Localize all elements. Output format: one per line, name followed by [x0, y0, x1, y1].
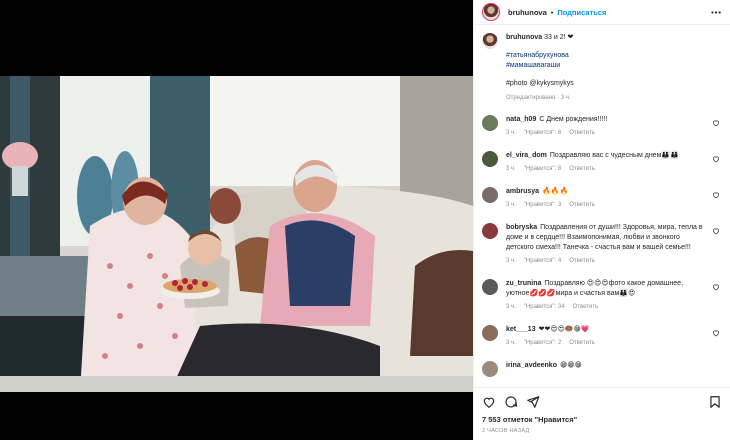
like-comment-icon[interactable] — [712, 119, 720, 127]
reply-button[interactable]: Ответить — [569, 166, 595, 172]
commenter-username[interactable]: ambrusya — [506, 188, 539, 195]
caption-text: 33 и 2! ❤ — [544, 34, 574, 41]
like-comment-icon[interactable] — [712, 329, 720, 337]
commenter-username[interactable]: zu_trunina — [506, 280, 541, 287]
commenter-avatar[interactable] — [482, 324, 498, 341]
comment-time: 3 ч. — [506, 166, 516, 173]
post-timestamp: 2 ЧАСОВ НАЗАД — [482, 428, 530, 434]
caption-username[interactable]: bruhunova — [506, 34, 542, 41]
commenter-avatar[interactable] — [482, 222, 498, 239]
comment-likes[interactable]: "Нравится": 4 — [524, 258, 561, 264]
more-options-icon[interactable]: ••• — [711, 8, 722, 17]
like-comment-icon[interactable] — [712, 227, 720, 235]
hashtag-link[interactable]: #мамашавагаши — [506, 62, 560, 69]
share-icon[interactable] — [526, 395, 540, 409]
commenter-avatar[interactable] — [482, 186, 498, 203]
like-icon[interactable] — [482, 395, 496, 409]
like-comment-icon[interactable] — [712, 283, 720, 291]
caption-avatar[interactable] — [482, 33, 498, 49]
family-birthday-photo — [0, 76, 473, 392]
reply-button[interactable]: Ответить — [569, 202, 595, 208]
comment-likes[interactable]: "Нравится": 3 — [524, 202, 561, 208]
comment-likes[interactable]: "Нравится": 8 — [524, 166, 561, 172]
comment-text: С Днем рождения!!!!! — [539, 116, 608, 124]
hashtag-link[interactable]: #татьянабрухунова — [506, 52, 569, 59]
header-separator: • — [550, 7, 554, 17]
reply-button[interactable]: Ответить — [569, 130, 595, 136]
instagram-post: bruhunova • Подписаться ••• bruhunova 33… — [0, 0, 730, 440]
reply-button[interactable]: Ответить — [569, 340, 595, 346]
reply-button[interactable]: Ответить — [573, 304, 599, 310]
post-media — [0, 0, 473, 440]
comment-time: 3 ч. — [506, 304, 516, 311]
comment-likes[interactable]: "Нравится": 2 — [524, 340, 561, 346]
comment: irina_avdeenko 😁😁😁 — [482, 360, 722, 377]
commenter-username[interactable]: irina_avdeenko — [506, 362, 557, 369]
post-photo[interactable] — [0, 76, 473, 392]
likes-count[interactable]: 7 553 отметок "Нравится" — [474, 415, 730, 424]
commenter-username[interactable]: ket___13 — [506, 326, 536, 333]
reply-button[interactable]: Ответить — [569, 258, 595, 264]
commenter-avatar[interactable] — [482, 360, 498, 377]
edited-label: Отредактировано · 3 ч. — [506, 94, 571, 101]
comment: nata_h09 С Днем рождения!!!!! 3 ч. "Нравит… — [482, 115, 722, 138]
commenter-avatar[interactable] — [482, 115, 498, 132]
comment: ambrusya 🔥🔥🔥 3 ч. "Нравится": 3 Ответить — [482, 186, 722, 210]
comment: bobryska Поздравления от души!!! Здоровья… — [482, 222, 722, 266]
comment-text: 😁😁😁 — [559, 361, 582, 369]
comment: zu_trunina Поздравляю 😍😍😍фото какое домаш… — [482, 278, 722, 312]
like-comment-icon[interactable] — [712, 155, 720, 163]
bookmark-icon[interactable] — [708, 395, 722, 409]
comment-likes[interactable]: "Нравится": 6 — [524, 130, 561, 136]
comment-time: 3 ч. — [506, 202, 516, 209]
comment-time: 3 ч. — [506, 130, 516, 137]
commenter-username[interactable]: el_vira_dom — [506, 152, 547, 159]
author-username[interactable]: bruhunova — [508, 8, 547, 17]
commenter-avatar[interactable] — [482, 278, 498, 295]
comment-text: 🔥🔥🔥 — [542, 187, 569, 195]
follow-button[interactable]: Подписаться — [557, 8, 606, 17]
photo-credit: #photo @kykysmykys — [506, 80, 574, 88]
comment-time: 3 ч. — [506, 258, 516, 265]
comments-feed[interactable]: bruhunova 33 и 2! ❤ #татьянабрухунова #ма… — [474, 25, 730, 387]
post-header: bruhunova • Подписаться ••• — [474, 0, 730, 25]
comment: ket___13 ❤❤😍😍🍩😁💗 3 ч. "Нравится": 2 Ответит… — [482, 324, 722, 348]
like-comment-icon[interactable] — [712, 191, 720, 199]
author-avatar[interactable] — [482, 3, 500, 21]
comment-time: 3 ч. — [506, 339, 516, 346]
comment-text: Поздравляю вас с чудесным днем👪👪 — [549, 152, 679, 160]
post-caption: bruhunova 33 и 2! ❤ #татьянабрухунова #ма… — [482, 33, 722, 102]
commenter-username[interactable]: bobryska — [506, 224, 537, 231]
commenter-avatar[interactable] — [482, 151, 498, 168]
post-sidebar: bruhunova • Подписаться ••• bruhunova 33… — [473, 0, 730, 440]
comment-text: ❤❤😍😍🍩😁💗 — [538, 325, 590, 333]
comment: el_vira_dom Поздравляю вас с чудесным дне… — [482, 151, 722, 174]
commenter-username[interactable]: nata_h09 — [506, 116, 536, 123]
post-actions — [474, 387, 730, 415]
comment-likes[interactable]: "Нравится": 34 — [524, 304, 565, 310]
comment-icon[interactable] — [504, 395, 518, 409]
